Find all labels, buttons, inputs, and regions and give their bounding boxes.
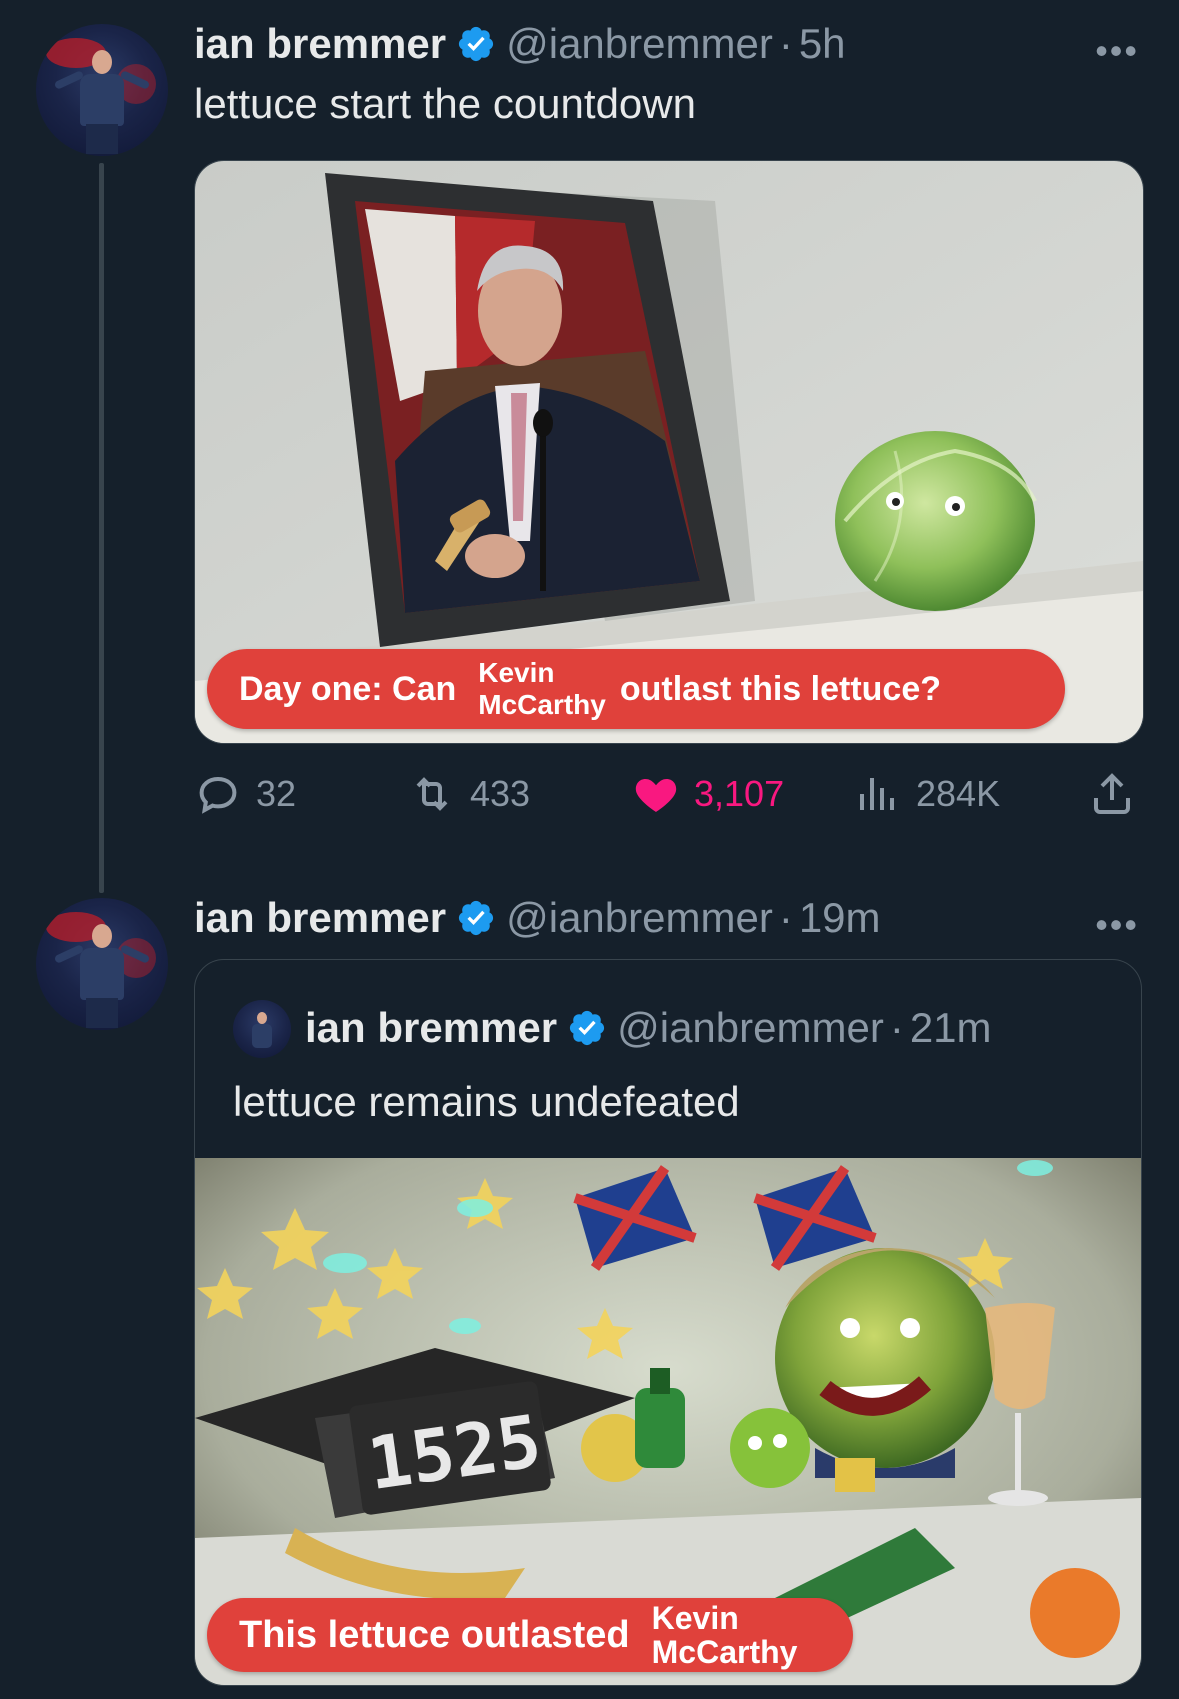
retweet-count: 433	[470, 773, 531, 814]
timestamp[interactable]: 19m	[799, 894, 881, 942]
more-icon[interactable]: •••	[1095, 30, 1139, 72]
more-icon[interactable]: •••	[1095, 904, 1139, 946]
quoted-handle[interactable]: @ianbremmer	[617, 1004, 884, 1052]
display-name[interactable]: ian bremmer	[194, 894, 446, 942]
quoted-timestamp[interactable]: 21m	[910, 1004, 992, 1052]
verified-badge-icon	[570, 1010, 605, 1046]
quoted-tweet[interactable]: ian bremmer @ianbremmer · 21m lettuce re…	[194, 959, 1142, 1686]
share-icon	[1094, 773, 1130, 814]
like-count: 3,107	[694, 773, 785, 814]
tweet-actions: 32 433 3,107 284K	[194, 770, 1138, 820]
image-caption-banner: This lettuce outlasted Kevin McCarthy	[207, 1598, 853, 1672]
reply-count: 32	[256, 773, 297, 814]
views-icon	[860, 778, 894, 810]
avatar[interactable]	[36, 898, 168, 1030]
handle[interactable]: @ianbremmer	[506, 20, 773, 68]
tweet-text: lettuce start the countdown	[194, 80, 696, 127]
like-button[interactable]: 3,107	[632, 770, 784, 818]
reply-icon	[199, 776, 237, 814]
tweet-image[interactable]: Day one: Can Kevin McCarthy outlast this…	[194, 160, 1144, 744]
avatar[interactable]	[36, 24, 168, 156]
thread-connector	[99, 163, 104, 893]
views-button[interactable]: 284K	[854, 770, 1000, 818]
display-name[interactable]: ian bremmer	[194, 20, 446, 68]
verified-badge-icon	[459, 26, 494, 62]
quoted-avatar[interactable]	[233, 1000, 291, 1058]
tweet-header: ian bremmer @ianbremmer · 19m	[194, 894, 881, 942]
quoted-display-name[interactable]: ian bremmer	[305, 1004, 557, 1052]
retweet-button[interactable]: 433	[408, 770, 530, 818]
views-count: 284K	[916, 773, 1001, 814]
quoted-header: ian bremmer @ianbremmer · 21m	[305, 1004, 992, 1052]
reply-button[interactable]: 32	[194, 770, 296, 818]
heart-icon	[635, 779, 677, 812]
quoted-text: lettuce remains undefeated	[233, 1078, 740, 1125]
tweet-1[interactable]: ian bremmer @ianbremmer · 5h ••• lettuce…	[0, 0, 1179, 893]
image-caption-banner: Day one: Can Kevin McCarthy outlast this…	[207, 649, 1065, 729]
retweet-icon	[416, 777, 448, 811]
handle[interactable]: @ianbremmer	[506, 894, 773, 942]
share-button[interactable]	[1088, 770, 1150, 818]
timestamp[interactable]: 5h	[799, 20, 846, 68]
verified-badge-icon	[459, 900, 494, 936]
tweet-header: ian bremmer @ianbremmer · 5h	[194, 20, 846, 68]
quoted-image[interactable]: 1525 This lettuce outlasted Kevin McCart…	[195, 1158, 1141, 1685]
